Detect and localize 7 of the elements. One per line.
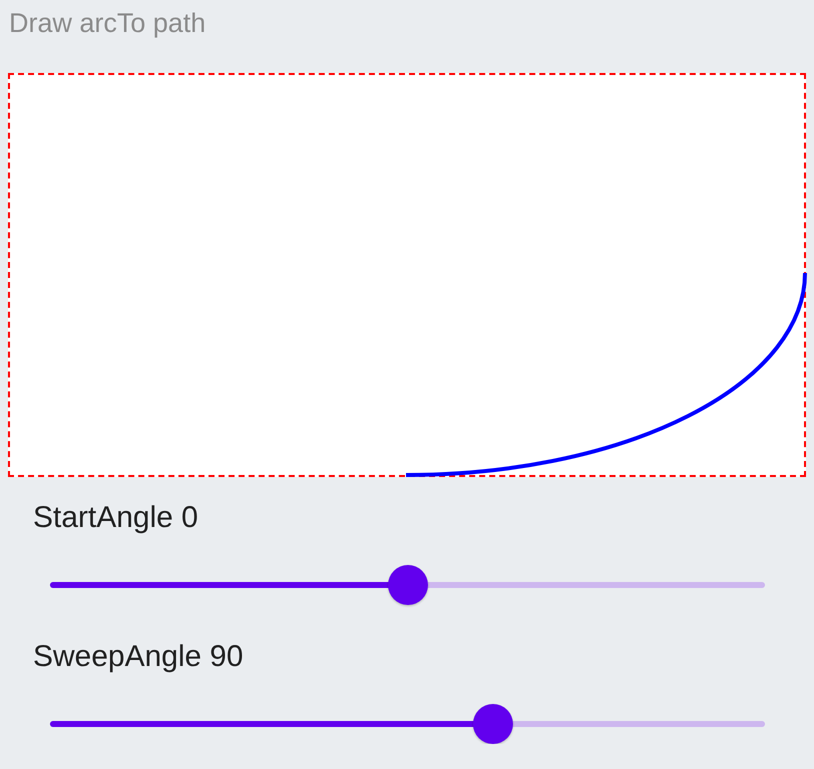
slider-track[interactable] — [50, 704, 765, 744]
slider-thumb[interactable] — [473, 704, 514, 744]
slider-thumb[interactable] — [388, 565, 428, 605]
slider-label: SweepAngle 90 — [33, 639, 244, 675]
page-title: Draw arcTo path — [8, 7, 206, 39]
slider-track[interactable] — [50, 565, 765, 605]
slider-label: StartAngle 0 — [33, 500, 198, 536]
